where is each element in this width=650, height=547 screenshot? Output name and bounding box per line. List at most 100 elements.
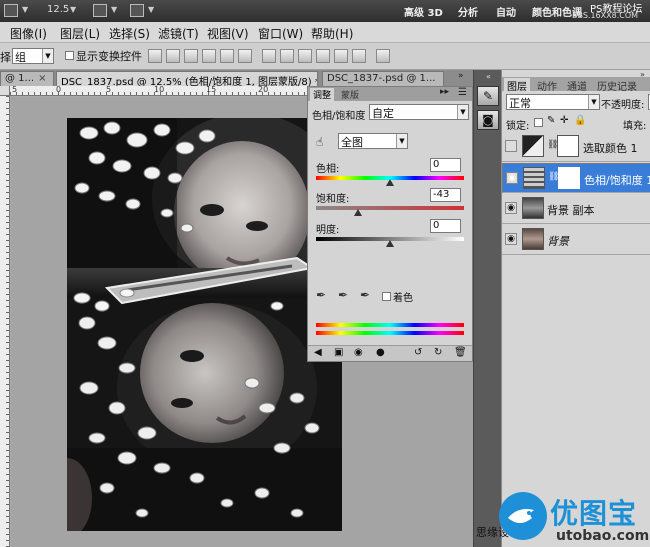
distribute-top-icon[interactable] xyxy=(262,49,276,63)
chevron-down-icon[interactable]: ▼ xyxy=(70,5,76,14)
show-transform-checkbox[interactable] xyxy=(65,51,74,60)
lightness-slider-thumb[interactable] xyxy=(386,240,394,247)
tab-document-1[interactable]: @ 1... × xyxy=(0,71,54,86)
tab-document-3[interactable]: DSC_1837-.psd @ 1... xyxy=(322,71,444,86)
workspace-3d[interactable]: 高级 3D xyxy=(404,4,443,19)
visibility-icon[interactable]: ● xyxy=(376,347,385,358)
visibility-toggle[interactable] xyxy=(505,140,517,152)
lock-image-icon[interactable]: ✎ xyxy=(547,115,555,126)
tab-actions[interactable]: 动作 xyxy=(534,78,560,93)
workspace-automation[interactable]: 自动 xyxy=(496,4,516,19)
tab-document-active[interactable]: DSC_1837.psd @ 12.5% (色相/饱和度 1, 图层蒙版/8) … xyxy=(56,71,318,86)
collapsed-panel-dock: « ✎ ◙ xyxy=(473,70,501,547)
preset-dropdown[interactable]: 自定 ▼ xyxy=(369,104,469,120)
expand-dock-icon[interactable]: « xyxy=(486,72,491,81)
align-vcenter-icon[interactable] xyxy=(166,49,180,63)
saturation-slider-thumb[interactable] xyxy=(354,209,363,216)
forum-url-watermark: BBS.16XX8.COM xyxy=(572,11,639,20)
align-right-icon[interactable] xyxy=(238,49,252,63)
tab-adjustments[interactable]: 调整 xyxy=(310,88,335,101)
chevron-down-icon[interactable]: ▼ xyxy=(148,5,154,14)
vertical-ruler[interactable] xyxy=(0,96,10,547)
layer-row-hue-saturation[interactable]: ◉ ⛓ 色相/饱和度 1 xyxy=(502,163,650,193)
trash-icon[interactable]: 🗑 xyxy=(454,347,467,358)
layer-row-background-copy[interactable]: ◉ 背景 副本 xyxy=(502,194,650,224)
colorize-checkbox[interactable] xyxy=(382,292,391,301)
lock-transparent-icon[interactable] xyxy=(534,118,543,127)
eye-icon[interactable]: ◉ xyxy=(506,172,518,184)
ruler-origin[interactable] xyxy=(0,86,10,96)
menu-help[interactable]: 帮助(H) xyxy=(311,25,353,42)
back-arrow-icon[interactable]: ◀ xyxy=(314,347,322,358)
menu-view[interactable]: 视图(V) xyxy=(207,25,249,42)
panel-menu-icon[interactable]: ☰ xyxy=(458,87,467,98)
tab-channels[interactable]: 通道 xyxy=(564,78,590,93)
layer-mask-thumbnail[interactable] xyxy=(558,167,580,189)
reset-icon[interactable]: ↻ xyxy=(434,347,442,358)
saturation-slider-track[interactable] xyxy=(316,206,464,210)
auto-select-dropdown[interactable]: 组 ▼ xyxy=(12,48,54,64)
eye-icon[interactable]: ◉ xyxy=(505,233,517,245)
arrange-documents-icon[interactable] xyxy=(93,4,107,17)
adjustments-panel-header: 调整 蒙版 ▸▸ ☰ xyxy=(308,87,472,101)
layer-mask-thumbnail[interactable] xyxy=(557,135,579,157)
screen-layout-icon[interactable] xyxy=(130,4,144,17)
distribute-vcenter-icon[interactable] xyxy=(280,49,294,63)
lock-all-icon[interactable]: 🔒 xyxy=(574,115,586,126)
distribute-left-icon[interactable] xyxy=(316,49,330,63)
distribute-bottom-icon[interactable] xyxy=(298,49,312,63)
document-image[interactable] xyxy=(67,118,342,531)
eyedropper-minus-icon[interactable]: ✒ xyxy=(360,288,370,302)
fill-label: 填充: xyxy=(623,121,647,132)
lock-position-icon[interactable]: ✛ xyxy=(560,115,568,126)
distribute-hcenter-icon[interactable] xyxy=(334,49,348,63)
blend-mode-dropdown[interactable]: 正常 ▼ xyxy=(506,94,600,110)
align-bottom-icon[interactable] xyxy=(184,49,198,63)
zoom-level[interactable]: 12.5 xyxy=(47,4,69,15)
eyedropper-icon[interactable]: ✒ xyxy=(316,288,326,302)
chevron-down-icon[interactable]: ▼ xyxy=(22,5,28,14)
view-previous-icon[interactable]: ↺ xyxy=(414,347,422,358)
align-left-icon[interactable] xyxy=(202,49,216,63)
clone-source-icon[interactable]: ◙ xyxy=(477,110,499,130)
ruler-label: 0 xyxy=(56,85,62,94)
layer-row-background[interactable]: ◉ 背景 xyxy=(502,225,650,255)
ruler-label: 5 xyxy=(106,85,112,94)
layers-panel-tabs: 图层 动作 通道 历史记录 xyxy=(502,77,650,93)
tab-masks[interactable]: 蒙版 xyxy=(338,88,362,101)
application-bar: ▼ 12.5 ▼ ▼ ▼ 高级 3D 分析 自动 颜色和色调 PS教程论坛 BB… xyxy=(0,0,650,22)
lightness-value-field[interactable]: 0 xyxy=(430,219,461,233)
collapse-icon[interactable]: ▸▸ xyxy=(440,87,449,97)
layer-name: 色相/饱和度 1 xyxy=(584,174,650,187)
menu-window[interactable]: 窗口(W) xyxy=(258,25,303,42)
brush-preset-icon[interactable]: ✎ xyxy=(477,86,499,106)
woman-reflection-photo xyxy=(67,118,342,531)
align-top-icon[interactable] xyxy=(148,49,162,63)
hue-slider-thumb[interactable] xyxy=(386,179,394,186)
target-adjustment-hand-icon[interactable]: ☝ xyxy=(316,135,323,149)
menu-image[interactable]: 图像(I) xyxy=(10,25,47,42)
clip-to-layer-icon[interactable]: ◉ xyxy=(354,347,363,358)
hue-value-field[interactable]: 0 xyxy=(430,158,461,172)
chevron-down-icon[interactable]: ▼ xyxy=(111,5,117,14)
expand-view-icon[interactable]: ▣ xyxy=(334,347,343,358)
saturation-value-field[interactable]: -43 xyxy=(430,188,461,202)
menu-filter[interactable]: 滤镜(T) xyxy=(158,25,199,42)
tabs-overflow-icon[interactable]: » xyxy=(458,71,464,81)
ruler-label: 10 xyxy=(154,85,165,94)
eye-icon[interactable]: ◉ xyxy=(505,202,517,214)
auto-align-icon[interactable] xyxy=(376,49,390,63)
tab-layers[interactable]: 图层 xyxy=(504,78,530,93)
align-hcenter-icon[interactable] xyxy=(220,49,234,63)
close-icon[interactable]: × xyxy=(38,73,46,84)
tab-history[interactable]: 历史记录 xyxy=(594,78,640,93)
eyedropper-plus-icon[interactable]: ✒ xyxy=(338,288,348,302)
adjustments-footer: ◀ ▣ ◉ ● ↺ ↻ 🗑 xyxy=(308,345,472,361)
distribute-right-icon[interactable] xyxy=(352,49,366,63)
range-dropdown[interactable]: 全图 ▼ xyxy=(338,133,408,149)
screen-mode-icon[interactable] xyxy=(4,4,18,17)
layer-row-selective-color[interactable]: ⛓ 选取颜色 1 xyxy=(502,132,650,162)
menu-select[interactable]: 选择(S) xyxy=(109,25,150,42)
menu-layer[interactable]: 图层(L) xyxy=(60,25,100,42)
workspace-analysis[interactable]: 分析 xyxy=(458,4,478,19)
